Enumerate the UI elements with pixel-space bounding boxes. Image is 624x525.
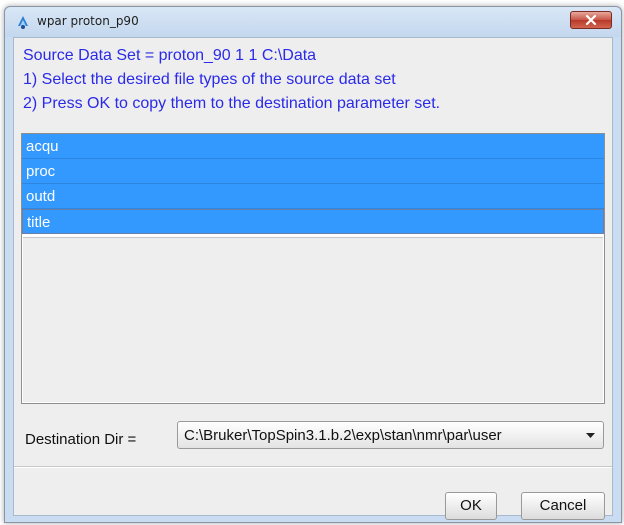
close-icon — [585, 15, 597, 25]
list-item-outd[interactable]: outd — [22, 184, 604, 209]
destination-dir-value: C:\Bruker\TopSpin3.1.b.2\exp\stan\nmr\pa… — [184, 427, 502, 444]
list-item-title[interactable]: title — [22, 209, 604, 234]
source-data-set-text: Source Data Set = proton_90 1 1 C:\Data — [23, 47, 317, 64]
ok-button[interactable]: OK — [445, 492, 497, 520]
divider — [14, 466, 612, 468]
dialog-content: Source Data Set = proton_90 1 1 C:\Data … — [13, 37, 613, 520]
instruction-step-2: 2) Press OK to copy them to the destinat… — [23, 95, 441, 112]
list-item-acqu[interactable]: acqu — [22, 134, 604, 159]
close-button[interactable] — [570, 11, 612, 29]
cancel-button[interactable]: Cancel — [521, 492, 605, 520]
topspin-app-icon — [15, 14, 31, 30]
file-type-list[interactable]: acqu proc outd title — [21, 133, 605, 404]
destination-dir-select[interactable]: C:\Bruker\TopSpin3.1.b.2\exp\stan\nmr\pa… — [177, 421, 604, 449]
list-item-proc[interactable]: proc — [22, 159, 604, 184]
list-empty-area — [23, 237, 603, 402]
destination-dir-label: Destination Dir = — [25, 431, 137, 448]
chevron-down-icon — [586, 433, 595, 438]
instruction-step-1: 1) Select the desired file types of the … — [23, 71, 396, 88]
title-bar[interactable]: wpar proton_p90 — [5, 7, 621, 37]
dialog-window: wpar proton_p90 Source Data Set = proton… — [4, 6, 622, 523]
window-title: wpar proton_p90 — [37, 14, 139, 28]
